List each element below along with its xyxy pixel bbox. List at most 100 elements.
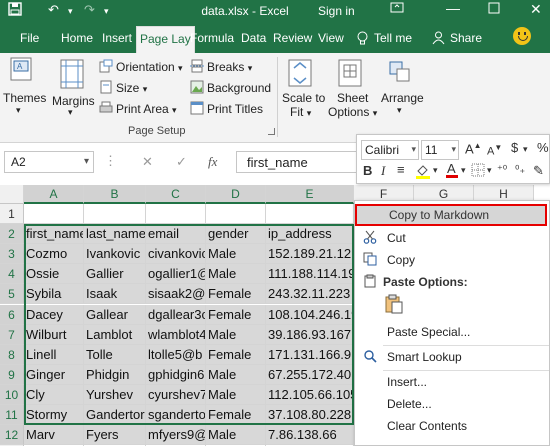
themes-icon[interactable]: A: [10, 57, 32, 81]
grid-cell[interactable]: 7.86.138.66: [266, 425, 354, 446]
grid-cell[interactable]: [266, 204, 354, 224]
column-header-c[interactable]: C: [146, 185, 206, 204]
row-header[interactable]: 2: [0, 224, 24, 245]
tab-page-layout[interactable]: Page Lay: [136, 26, 195, 53]
sign-in-link[interactable]: Sign in: [318, 4, 355, 18]
name-box-dropdown-icon[interactable]: ▾: [84, 156, 89, 167]
grid-cell[interactable]: ogallier1@: [146, 264, 206, 285]
grid-cell[interactable]: Female: [206, 284, 266, 305]
smart-lookup-item[interactable]: Smart Lookup: [355, 346, 549, 368]
print-titles-button[interactable]: Print Titles: [207, 102, 263, 116]
italic-icon[interactable]: I: [381, 163, 385, 179]
font-dropdown-icon[interactable]: ▾: [411, 144, 416, 155]
grid-cell[interactable]: [84, 204, 146, 224]
font-size-dropdown-icon[interactable]: ▾: [451, 144, 456, 155]
grid-cell[interactable]: last_name: [84, 224, 146, 245]
row-header[interactable]: 6: [0, 304, 24, 325]
grid-cell[interactable]: Ginger: [24, 364, 84, 385]
tab-insert[interactable]: Insert: [102, 31, 132, 45]
insert-function-icon[interactable]: fx: [208, 154, 217, 170]
grid-cell[interactable]: Male: [206, 264, 266, 285]
tab-formulas[interactable]: Formula: [190, 31, 234, 45]
grid-cell[interactable]: 112.105.66.105: [266, 384, 354, 405]
margins-icon[interactable]: [60, 59, 84, 92]
grid-cell[interactable]: [146, 204, 206, 224]
breaks-button[interactable]: Breaks ▾: [207, 60, 252, 74]
grid-cell[interactable]: Dacey: [24, 304, 84, 325]
scale-to-fit-icon[interactable]: [288, 59, 312, 90]
grid-cell[interactable]: 171.131.166.91: [266, 344, 354, 365]
paste-special-item[interactable]: Paste Special...: [355, 321, 549, 343]
delete-item[interactable]: Delete...: [355, 393, 549, 415]
font-color-dropdown-icon[interactable]: ▾: [461, 165, 466, 176]
tab-home[interactable]: Home: [61, 31, 93, 45]
grid-cell[interactable]: wlamblot4: [146, 324, 206, 345]
grid-cell[interactable]: email: [146, 224, 206, 245]
grid-cell[interactable]: Cly: [24, 384, 84, 405]
grid-cell[interactable]: Tolle: [84, 344, 146, 365]
maximize-icon[interactable]: [488, 2, 500, 17]
grid-cell[interactable]: [24, 204, 84, 224]
decrease-font-icon[interactable]: A▼: [487, 143, 502, 158]
tell-me-box[interactable]: Tell me: [374, 31, 412, 45]
bold-icon[interactable]: B: [363, 163, 372, 178]
grid-cell[interactable]: civankovic: [146, 244, 206, 265]
grid-cell[interactable]: Fyers: [84, 425, 146, 446]
grid-cell[interactable]: ip_address: [266, 224, 354, 245]
grid-cell[interactable]: Ossie: [24, 264, 84, 285]
grid-cell[interactable]: Male: [206, 244, 266, 265]
grid-cell[interactable]: Female: [206, 405, 266, 425]
fill-color-icon[interactable]: [415, 163, 431, 182]
themes-dropdown-icon[interactable]: ▾: [16, 105, 21, 116]
grid-cell[interactable]: Sybila: [24, 284, 84, 305]
font-name-box[interactable]: Calibri ▾: [361, 140, 419, 160]
grid-cell[interactable]: Gallier: [84, 264, 146, 285]
row-header[interactable]: 3: [0, 244, 24, 265]
grid-cell[interactable]: Gandertor: [84, 405, 146, 425]
grid-cell[interactable]: 67.255.172.40: [266, 364, 354, 385]
row-header[interactable]: 4: [0, 264, 24, 285]
grid-cell[interactable]: [206, 204, 266, 224]
clear-contents-item[interactable]: Clear Contents: [355, 415, 549, 437]
orientation-button[interactable]: Orientation ▾: [116, 60, 183, 74]
arrange-dropdown-icon[interactable]: ▾: [397, 105, 402, 116]
decrease-decimal-icon[interactable]: ⁰₊: [515, 163, 525, 176]
grid-cell[interactable]: Lamblot: [84, 324, 146, 345]
grid-cell[interactable]: 111.188.114.196: [266, 264, 354, 285]
increase-font-icon[interactable]: A▲: [465, 141, 482, 156]
close-icon[interactable]: ✕: [530, 1, 542, 18]
grid-cell[interactable]: Cozmo: [24, 244, 84, 265]
paste-icon[interactable]: [385, 294, 403, 317]
smiley-feedback-icon[interactable]: [513, 27, 531, 45]
grid-cell[interactable]: sisaak2@c: [146, 284, 206, 305]
grid-cell[interactable]: gender: [206, 224, 266, 245]
format-painter-icon[interactable]: ✎: [533, 163, 544, 179]
column-header-a[interactable]: A: [24, 185, 84, 204]
column-header-e[interactable]: E: [266, 185, 354, 204]
fill-color-dropdown-icon[interactable]: ▾: [433, 165, 438, 176]
tab-view[interactable]: View: [318, 31, 344, 45]
grid-cell[interactable]: 37.108.80.228: [266, 405, 354, 425]
grid-cell[interactable]: first_name: [24, 224, 84, 245]
cut-item[interactable]: Cut: [355, 227, 549, 249]
themes-button[interactable]: Themes: [3, 91, 46, 105]
grid-cell[interactable]: sganderto: [146, 405, 206, 425]
row-header[interactable]: 12: [0, 425, 24, 446]
share-button[interactable]: Share: [450, 31, 482, 45]
arrange-button[interactable]: Arrange: [381, 91, 424, 105]
grid-cell[interactable]: 39.186.93.167: [266, 324, 354, 345]
grid-cell[interactable]: 108.104.246.19: [266, 304, 354, 325]
grid-cell[interactable]: 243.32.11.223: [266, 284, 354, 305]
arrange-icon[interactable]: [388, 59, 412, 90]
tab-data[interactable]: Data: [241, 31, 266, 45]
accounting-dropdown-icon[interactable]: ▾: [523, 144, 528, 155]
grid-cell[interactable]: Linell: [24, 344, 84, 365]
select-all-corner[interactable]: [0, 185, 24, 204]
cancel-icon[interactable]: ✕: [142, 154, 153, 170]
scale-to-fit-button[interactable]: Scale to: [282, 91, 325, 105]
column-header-d[interactable]: D: [206, 185, 266, 204]
increase-decimal-icon[interactable]: ⁺⁰: [497, 163, 507, 176]
page-setup-launcher-icon[interactable]: [268, 128, 275, 135]
grid-cell[interactable]: ltolle5@b: [146, 344, 206, 365]
grid-cell[interactable]: Gallear: [84, 304, 146, 325]
